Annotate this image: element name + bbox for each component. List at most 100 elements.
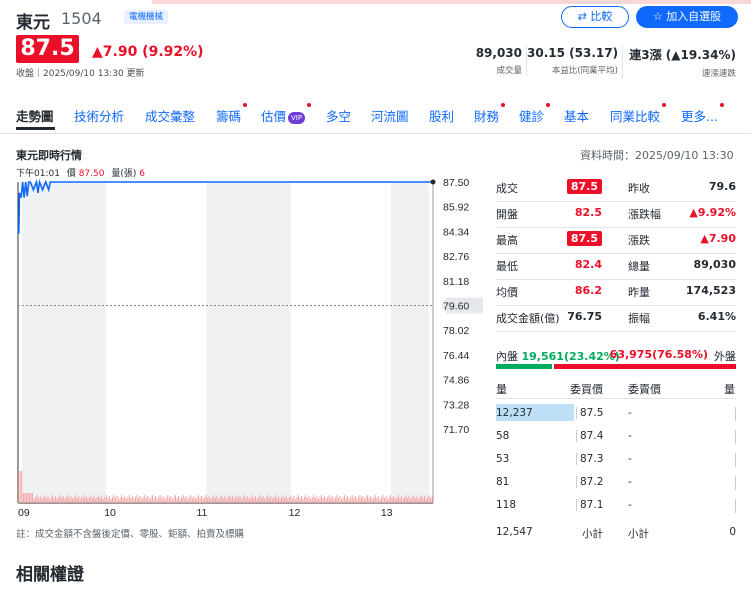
volume-bar <box>294 499 296 503</box>
volume-bar <box>257 497 259 503</box>
volume-bar <box>390 495 392 503</box>
volume-bar <box>158 497 160 503</box>
volume-bar <box>264 499 266 503</box>
volume-bar <box>213 495 215 503</box>
tab-dividend[interactable]: 股利 <box>429 106 454 125</box>
volume-bar <box>419 497 421 503</box>
volume-bar <box>373 497 375 503</box>
volume-bar <box>48 499 50 503</box>
quote-label: 均價 <box>496 286 518 299</box>
volume-bar <box>253 498 255 503</box>
y-tick-label: 73.28 <box>443 399 469 411</box>
volume-bar <box>124 496 126 503</box>
volume-bar <box>290 495 292 503</box>
volume-bar <box>218 499 220 503</box>
quote-value: 79.6 <box>708 180 736 193</box>
volume-bar <box>270 496 272 503</box>
tab-more[interactable]: 更多... <box>681 103 724 125</box>
volume-bar <box>104 497 106 503</box>
volume-bar <box>148 499 150 503</box>
stock-name: 東元 <box>16 13 50 33</box>
intraday-chart[interactable]: 87.50 85.92 84.34 82.76 81.18 79.60 78.02 76.44… <box>16 176 486 521</box>
volume-bar <box>164 499 166 503</box>
volume-bar <box>136 495 138 503</box>
volume-bar <box>32 493 34 503</box>
volume-bar <box>293 496 295 503</box>
y-tick-label: 84.34 <box>443 226 469 238</box>
volume-bar <box>428 495 430 503</box>
volume-bar <box>79 499 81 503</box>
tab-peers[interactable]: 同業比較 <box>610 103 667 125</box>
volume-bar <box>224 496 226 503</box>
add-watchlist-button[interactable]: ☆ 加入自選股 <box>636 6 738 28</box>
volume-bar <box>254 496 256 503</box>
volume-bar <box>133 499 135 503</box>
volume-bar <box>327 497 329 503</box>
volume-bar <box>55 496 57 503</box>
quote-label: 最低 <box>496 260 518 273</box>
stat-pe: 30.15 (53.17) 本益比(同業平均) <box>526 46 618 76</box>
tab-longshort[interactable]: 多空 <box>326 106 351 125</box>
tab-trend[interactable]: 走勢圖 <box>16 106 54 125</box>
bid-volume: 53 <box>496 453 510 465</box>
volume-bar <box>422 498 424 503</box>
tab-basic[interactable]: 基本 <box>564 106 589 125</box>
volume-bar <box>284 498 286 503</box>
bid-volume: 81 <box>496 476 510 488</box>
volume-bar <box>122 498 124 503</box>
volume-bar <box>128 495 130 503</box>
ob-head-ask-vol: 量 <box>724 383 735 396</box>
volume-bar <box>350 497 352 503</box>
tab-valuation[interactable]: 估價 VIP <box>261 103 312 125</box>
x-tick-label: 09 <box>18 507 30 519</box>
volume-bar <box>194 499 196 503</box>
volume-bar <box>380 497 382 503</box>
ob-head-ask: 委賣價 <box>628 383 661 396</box>
volume-bar <box>108 496 110 503</box>
y-tick-label: 82.76 <box>443 251 469 263</box>
volume-bar <box>159 495 161 503</box>
volume-bar <box>190 495 192 503</box>
volume-bar <box>304 497 306 503</box>
volume-bar <box>317 499 319 503</box>
stat-value: 89,030 <box>475 46 522 60</box>
volume-bar <box>138 498 140 503</box>
volume-bar <box>411 497 413 503</box>
order-book-row: 53 87.3 - <box>496 450 736 472</box>
volume-bar <box>388 497 390 503</box>
volume-bar <box>75 495 77 503</box>
quote-value: 76.75 <box>567 310 602 323</box>
volume-bar <box>425 499 427 503</box>
volume-bar <box>127 497 129 503</box>
volume-bar <box>21 471 23 503</box>
ask-volume-cell <box>735 407 736 421</box>
volume-bar <box>42 497 44 503</box>
y-tick-label: 79.60 <box>443 301 469 313</box>
tab-health[interactable]: 健診 <box>519 103 551 125</box>
volume-bar <box>371 499 373 503</box>
tab-finance[interactable]: 財務 <box>474 103 506 125</box>
tab-chips[interactable]: 籌碼 <box>216 103 248 125</box>
industry-tag[interactable]: 電機機械 <box>124 10 169 24</box>
tab-technical[interactable]: 技術分析 <box>74 106 124 125</box>
ob-head-vol: 量 <box>496 383 507 396</box>
tab-river[interactable]: 河流圖 <box>371 106 409 125</box>
volume-bar <box>99 498 101 503</box>
stat-label: 成交量 <box>496 66 522 76</box>
volume-bar <box>322 498 324 503</box>
volume-bar <box>142 497 144 503</box>
volume-bar <box>239 496 241 503</box>
volume-bar <box>162 496 164 503</box>
divider <box>496 398 736 399</box>
tab-trades[interactable]: 成交彙整 <box>145 106 195 125</box>
volume-bar <box>248 499 250 503</box>
quote-label: 昨收 <box>628 182 650 195</box>
volume-bar <box>259 495 261 503</box>
outer-label: 外盤 <box>714 350 736 363</box>
volume-bar <box>362 496 364 503</box>
volume-bar <box>302 499 304 503</box>
volume-bar <box>156 499 158 503</box>
volume-bar <box>410 499 412 503</box>
quote-label: 昨量 <box>628 286 650 299</box>
compare-button[interactable]: ⇄ 比較 <box>561 6 629 28</box>
